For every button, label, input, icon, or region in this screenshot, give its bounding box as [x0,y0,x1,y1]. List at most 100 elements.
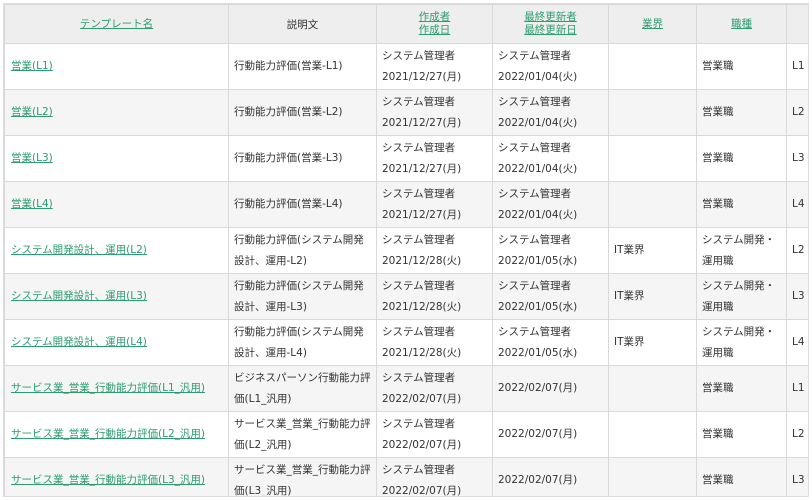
updater-name: システム管理者 [498,95,572,108]
sort-updated-by-link[interactable]: 最終更新者 [498,11,603,24]
updater-name: システム管理者 [498,233,572,246]
updated-date: 2022/02/07(月) [498,428,578,440]
template-name-cell: 営業(L3) [4,135,229,182]
sort-job-type-link[interactable]: 職種 [702,18,781,31]
updater-cell: 2022/02/07(月) [492,457,609,496]
creator-cell: システム管理者 2022/02/07(月) [376,457,493,497]
template-name-link[interactable]: サービス業_営業_行動能力評価(L1_汎用) [11,382,205,394]
level-cell: L2 [786,227,808,274]
updater-cell: システム管理者 2022/01/04(火) [492,135,609,182]
level-cell: L1 [786,43,808,90]
creator-cell: システム管理者 2022/02/07(月) [376,411,493,458]
description-cell: 行動能力評価(システム開発設計、運用-L4) [228,319,377,366]
template-name-link[interactable]: システム開発設計、運用(L2) [11,244,147,256]
template-name-link[interactable]: サービス業_営業_行動能力評価(L2_汎用) [11,428,205,440]
updated-date: 2022/01/04(火) [498,162,578,175]
job-type-cell: システム開発・運用職 [696,227,787,274]
template-name-link[interactable]: システム開発設計、運用(L4) [11,336,147,348]
job-type-cell: 営業職 [696,365,787,412]
industry-cell [608,457,697,496]
creator-name: システム管理者 [382,463,456,476]
created-date: 2022/02/07(月) [382,438,462,451]
description-cell: サービス業_営業_行動能力評価(L3_汎用) [228,457,377,496]
creator-name: システム管理者 [382,233,456,246]
creator-name: システム管理者 [382,325,456,338]
job-type-cell: 営業職 [696,89,787,136]
template-name-link[interactable]: 営業(L2) [11,106,53,118]
creator-name: システム管理者 [382,279,456,292]
table-row: 営業(L4) 行動能力評価(営業-L4) システム管理者 2021/12/27(… [4,181,808,228]
description-cell: 行動能力評価(営業-L1) [228,43,377,90]
updated-date: 2022/01/05(水) [498,254,578,267]
description-cell: 行動能力評価(システム開発設計、運用-L2) [228,227,377,274]
table-row: 営業(L2) 行動能力評価(営業-L2) システム管理者 2021/12/27(… [4,89,808,136]
creator-cell: システム管理者 2021/12/27(月) [376,135,493,182]
creator-name: システム管理者 [382,371,456,384]
header-level [786,4,808,44]
level-cell: L3 [786,135,808,182]
sort-industry-link[interactable]: 業界 [614,18,691,31]
description-cell: ビジネスパーソン行動能力評価(L1_汎用) [228,365,377,412]
updater-cell: 2022/02/07(月) [492,365,609,412]
creator-cell: システム管理者 2021/12/28(火) [376,227,493,274]
updated-date: 2022/01/04(火) [498,208,578,221]
creator-name: システム管理者 [382,49,456,62]
updater-cell: システム管理者 2022/01/04(火) [492,181,609,228]
industry-cell [608,43,697,90]
table-row: システム開発設計、運用(L2) 行動能力評価(システム開発設計、運用-L2) シ… [4,227,808,274]
sort-created-by-link[interactable]: 作成者 [382,11,487,24]
header-description: 説明文 [228,4,377,44]
sort-created-date-link[interactable]: 作成日 [382,24,487,37]
description-cell: サービス業_営業_行動能力評価(L2_汎用) [228,411,377,458]
template-name-link[interactable]: システム開発設計、運用(L3) [11,290,147,302]
updater-name: システム管理者 [498,279,572,292]
header-job-type[interactable]: 職種 [696,4,787,44]
job-type-cell: 営業職 [696,457,787,496]
template-name-link[interactable]: 営業(L4) [11,198,53,210]
sort-template-name-link[interactable]: テンプレート名 [10,18,223,31]
creator-cell: システム管理者 2022/02/07(月) [376,365,493,412]
template-name-link[interactable]: サービス業_営業_行動能力評価(L3_汎用) [11,474,205,486]
header-updater[interactable]: 最終更新者 最終更新日 [492,4,609,44]
job-type-cell: 営業職 [696,411,787,458]
creator-name: システム管理者 [382,187,456,200]
updater-cell: 2022/02/07(月) [492,411,609,458]
template-name-cell: システム開発設計、運用(L4) [4,319,229,366]
updater-cell: システム管理者 2022/01/04(火) [492,43,609,90]
updated-date: 2022/01/05(水) [498,346,578,359]
template-name-cell: 営業(L1) [4,43,229,90]
created-date: 2022/02/07(月) [382,484,462,497]
updated-date: 2022/01/04(火) [498,116,578,129]
header-template-name[interactable]: テンプレート名 [4,4,229,44]
level-cell: L4 [786,181,808,228]
template-name-cell: サービス業_営業_行動能力評価(L3_汎用) [4,457,229,496]
updater-name: システム管理者 [498,187,572,200]
template-table: テンプレート名 説明文 作成者 作成日 最終更新者 最終更新日 業界 職種 営業… [4,4,808,497]
sort-updated-date-link[interactable]: 最終更新日 [498,24,603,37]
level-cell: L3 [786,457,808,496]
updated-date: 2022/02/07(月) [498,382,578,394]
description-cell: 行動能力評価(営業-L3) [228,135,377,182]
industry-cell: IT業界 [608,319,697,366]
creator-cell: システム管理者 2021/12/28(火) [376,273,493,320]
header-creator[interactable]: 作成者 作成日 [376,4,493,44]
creator-cell: システム管理者 2021/12/27(月) [376,89,493,136]
table-row: システム開発設計、運用(L3) 行動能力評価(システム開発設計、運用-L3) シ… [4,273,808,320]
header-industry[interactable]: 業界 [608,4,697,44]
job-type-cell: 営業職 [696,135,787,182]
table-row: サービス業_営業_行動能力評価(L3_汎用) サービス業_営業_行動能力評価(L… [4,457,808,497]
job-type-cell: システム開発・運用職 [696,273,787,320]
template-name-link[interactable]: 営業(L1) [11,60,53,72]
creator-name: システム管理者 [382,417,456,430]
updater-cell: システム管理者 2022/01/05(水) [492,227,609,274]
updater-cell: システム管理者 2022/01/05(水) [492,319,609,366]
created-date: 2022/02/07(月) [382,392,462,405]
table-row: サービス業_営業_行動能力評価(L2_汎用) サービス業_営業_行動能力評価(L… [4,411,808,458]
created-date: 2021/12/27(月) [382,208,462,221]
template-name-cell: システム開発設計、運用(L3) [4,273,229,320]
created-date: 2021/12/28(火) [382,300,462,313]
template-name-cell: 営業(L4) [4,181,229,228]
industry-cell: IT業界 [608,273,697,320]
template-name-link[interactable]: 営業(L3) [11,152,53,164]
created-date: 2021/12/27(月) [382,116,462,129]
